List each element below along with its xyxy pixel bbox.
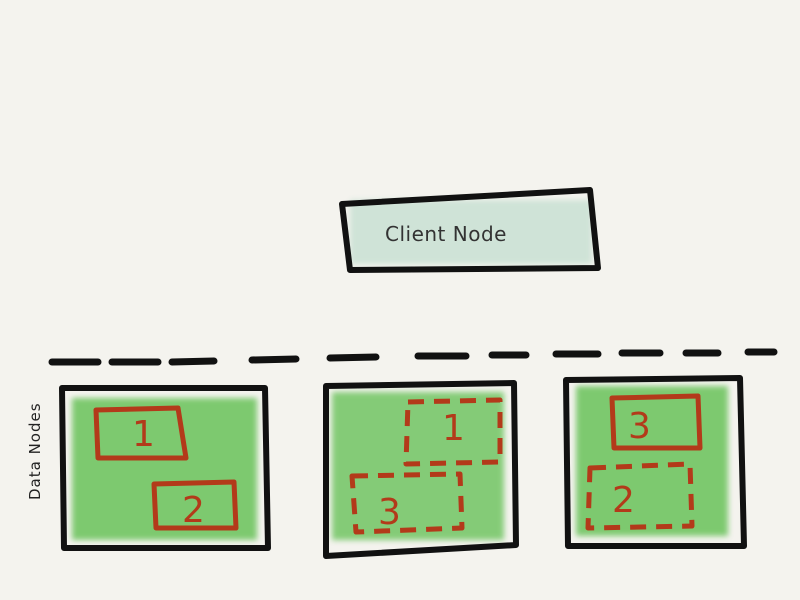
diagram-svg: Client Node Data Nodes 1 2 1 3 3 2 [26,187,778,559]
network-divider [48,348,778,366]
shard-label: 3 [628,406,651,447]
client-node-label: Client Node [385,222,507,246]
data-node-3: 3 2 [563,375,747,549]
data-nodes-label: Data Nodes [26,402,44,500]
shard-label: 2 [182,490,205,531]
data-node-1: 1 2 [59,385,271,551]
data-node-1-fill [72,398,257,540]
diagram-canvas: Client Node Data Nodes 1 2 1 3 3 2 [0,0,800,600]
client-node: Client Node [339,187,601,273]
shard-label: 3 [378,492,401,533]
shard-label: 1 [442,408,465,449]
data-node-3-fill [576,386,728,536]
shard-label: 2 [612,480,635,521]
data-node-2: 1 3 [323,380,519,559]
shard-label: 1 [132,414,155,455]
